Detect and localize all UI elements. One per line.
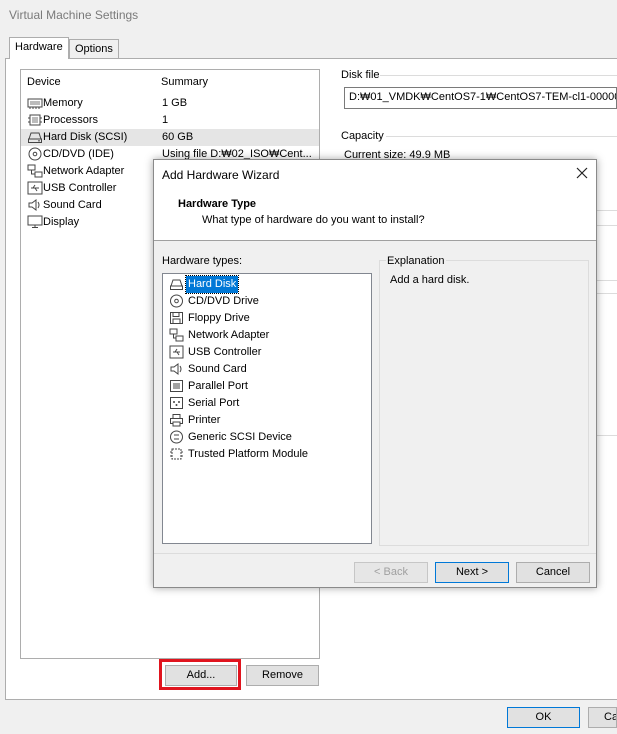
device-summary: 1 <box>162 114 169 126</box>
hw-type-floppy[interactable]: Floppy Drive <box>169 310 369 327</box>
group-line-partial <box>597 435 617 436</box>
group-line-partial <box>597 293 617 294</box>
disk-file-field[interactable]: D:₩01_VMDK₩CentOS7-1₩CentOS7-TEM-cl1-000… <box>344 87 617 109</box>
remove-button[interactable]: Remove <box>246 665 319 686</box>
explanation-label: Explanation <box>386 255 446 267</box>
hw-type-usb-controller[interactable]: USB Controller <box>169 344 369 361</box>
device-row-memory[interactable]: Memory 1 GB <box>21 95 319 112</box>
wizard-title: Add Hardware Wizard <box>162 168 280 182</box>
cancel-button[interactable]: Ca <box>588 707 617 728</box>
close-icon[interactable] <box>574 165 590 181</box>
group-line-partial <box>597 210 617 211</box>
device-name: Sound Card <box>43 199 102 211</box>
sound-card-icon <box>169 362 184 376</box>
tab-options[interactable]: Options <box>69 39 119 58</box>
hardware-types-list[interactable]: Hard Disk CD/DVD Drive Floppy Drive Netw… <box>162 273 372 544</box>
hard-disk-icon <box>27 130 43 144</box>
processor-icon <box>27 113 43 127</box>
hard-disk-icon <box>169 277 184 291</box>
cd-dvd-icon <box>27 147 43 161</box>
hw-type-hard-disk[interactable]: Hard Disk <box>169 275 369 294</box>
sound-card-icon <box>27 198 43 212</box>
hw-type-serial-port[interactable]: Serial Port <box>169 395 369 412</box>
explanation-text: Add a hard disk. <box>390 274 470 286</box>
disk-file-label: Disk file <box>341 69 380 81</box>
cd-dvd-icon <box>169 294 184 308</box>
device-name: Processors <box>43 114 99 126</box>
device-row-processors[interactable]: Processors 1 <box>21 112 319 129</box>
device-column-header[interactable]: Device <box>27 76 61 88</box>
serial-port-icon <box>169 396 184 410</box>
hw-type-label: Trusted Platform Module <box>188 448 309 460</box>
hw-type-label: Printer <box>188 414 221 426</box>
hw-type-parallel-port[interactable]: Parallel Port <box>169 378 369 395</box>
window-title: Virtual Machine Settings <box>9 8 139 22</box>
wizard-heading: Hardware Type <box>178 198 257 210</box>
header-divider <box>154 240 596 241</box>
tpm-icon <box>169 447 184 461</box>
ok-button[interactable]: OK <box>507 707 580 728</box>
hw-type-label: Floppy Drive <box>188 312 250 324</box>
device-row-hard-disk[interactable]: Hard Disk (SCSI) 60 GB <box>21 129 319 146</box>
device-name: Network Adapter <box>43 165 125 177</box>
hw-type-sound-card[interactable]: Sound Card <box>169 361 369 378</box>
hw-type-tpm[interactable]: Trusted Platform Module <box>169 446 369 463</box>
hw-type-label: Sound Card <box>188 363 247 375</box>
device-summary: 60 GB <box>162 131 194 143</box>
parallel-port-icon <box>169 379 184 393</box>
hw-type-label: CD/DVD Drive <box>188 295 259 307</box>
device-name: CD/DVD (IDE) <box>43 148 114 160</box>
hw-type-label: Serial Port <box>188 397 240 409</box>
capacity-group-line <box>386 136 617 137</box>
hw-type-printer[interactable]: Printer <box>169 412 369 429</box>
capacity-label: Capacity <box>341 130 384 142</box>
footer-divider <box>154 553 596 554</box>
back-button[interactable]: < Back <box>354 562 428 583</box>
cancel-button[interactable]: Cancel <box>516 562 590 583</box>
device-name: Memory <box>43 97 83 109</box>
group-line-partial <box>597 280 617 281</box>
hw-type-label: Parallel Port <box>188 380 248 392</box>
floppy-icon <box>169 311 184 325</box>
hw-type-cd-dvd[interactable]: CD/DVD Drive <box>169 293 369 310</box>
hw-type-generic-scsi[interactable]: Generic SCSI Device <box>169 429 369 446</box>
add-hardware-wizard-dialog: Add Hardware Wizard Hardware Type What t… <box>153 159 597 588</box>
display-icon <box>27 215 43 229</box>
usb-controller-icon <box>27 181 43 195</box>
memory-icon <box>27 96 43 110</box>
summary-column-header[interactable]: Summary <box>161 76 208 88</box>
add-button[interactable]: Add... <box>165 665 237 686</box>
wizard-subheading: What type of hardware do you want to ins… <box>202 214 425 226</box>
explanation-group <box>379 260 589 546</box>
hw-type-network-adapter[interactable]: Network Adapter <box>169 327 369 344</box>
usb-controller-icon <box>169 345 184 359</box>
printer-icon <box>169 413 184 427</box>
hw-type-label: USB Controller <box>188 346 262 358</box>
scsi-device-icon <box>169 430 184 444</box>
hw-type-label: Hard Disk <box>184 275 240 294</box>
hardware-types-label: Hardware types: <box>162 255 243 267</box>
hw-type-label: Network Adapter <box>188 329 270 341</box>
disk-file-group-line <box>380 75 617 76</box>
device-name: USB Controller <box>43 182 117 194</box>
network-adapter-icon <box>27 164 43 178</box>
device-summary: 1 GB <box>162 97 188 109</box>
network-adapter-icon <box>169 328 184 342</box>
group-line-partial <box>597 225 617 226</box>
tab-hardware[interactable]: Hardware <box>9 37 69 59</box>
device-name: Hard Disk (SCSI) <box>43 131 128 143</box>
next-button[interactable]: Next > <box>435 562 509 583</box>
device-name: Display <box>43 216 80 228</box>
hw-type-label: Generic SCSI Device <box>188 431 292 443</box>
